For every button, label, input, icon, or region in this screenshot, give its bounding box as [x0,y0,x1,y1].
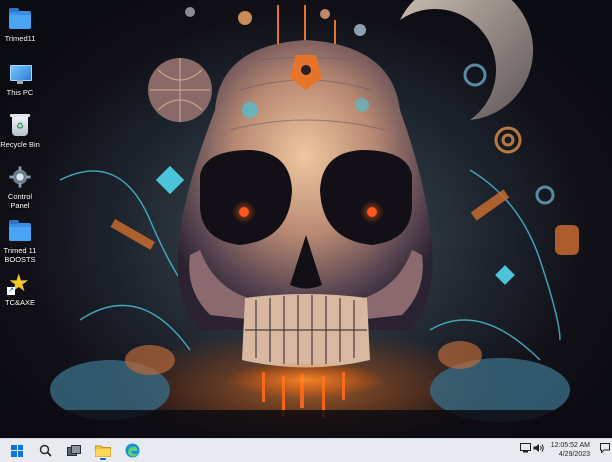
skull-artwork [0,0,612,438]
desktop-icon-control-panel[interactable]: Control Panel [0,166,40,210]
shortcut-arrow-icon: ↗ [7,287,15,295]
folder-icon [7,220,33,244]
windows-logo-icon [11,444,23,457]
clock-time: 12:05:52 AM [550,442,590,449]
search-icon [39,444,52,457]
desktop-icon-label: Control Panel [7,192,33,210]
notification-icon[interactable] [600,443,610,456]
clock-date: 4/29/2023 [558,451,590,458]
desktop-icon-label: Recycle Bin [0,140,40,149]
desktop-icon-trimed11[interactable]: Trimed11 [0,8,40,43]
edge-browser-icon [125,443,139,458]
clock[interactable]: 12:05:52 AM 4/29/2023 [542,441,590,459]
desktop-icon-trimed-11-boosts[interactable]: Trimed 11 BOOSTS [0,220,40,264]
folder-icon [95,445,111,457]
network-icon[interactable] [520,443,531,456]
task-view-icon [67,444,81,456]
system-tray: 12:05:52 AM 4/29/2023 [512,439,612,462]
desktop-icon-label: Trimed 11 BOOSTS [3,246,37,264]
start-button[interactable] [7,441,27,460]
control-panel-icon [7,166,33,190]
search-button[interactable] [35,441,55,460]
edge-browser-button[interactable] [122,441,142,460]
desktop-icon-label: TC&AXE [4,298,35,307]
desktop-wallpaper [0,0,612,438]
recycle-bin-icon: ♻ [7,114,33,138]
folder-icon [7,8,33,32]
monitor-icon [7,62,33,86]
desktop-icon-label: Trimed11 [4,34,36,43]
taskbar: 12:05:52 AM 4/29/2023 [0,438,612,462]
desktop-icon-label: This PC [6,88,34,97]
task-view-button[interactable] [64,441,84,460]
desktop-icon-recycle-bin[interactable]: ♻ Recycle Bin [0,114,40,149]
file-explorer-button[interactable] [93,441,113,460]
star-shortcut-icon: ★ ↗ [7,270,30,297]
desktop-icon-tc-axe[interactable]: ★ ↗ TC&AXE [0,270,40,308]
desktop-icon-this-pc[interactable]: This PC [0,62,40,97]
